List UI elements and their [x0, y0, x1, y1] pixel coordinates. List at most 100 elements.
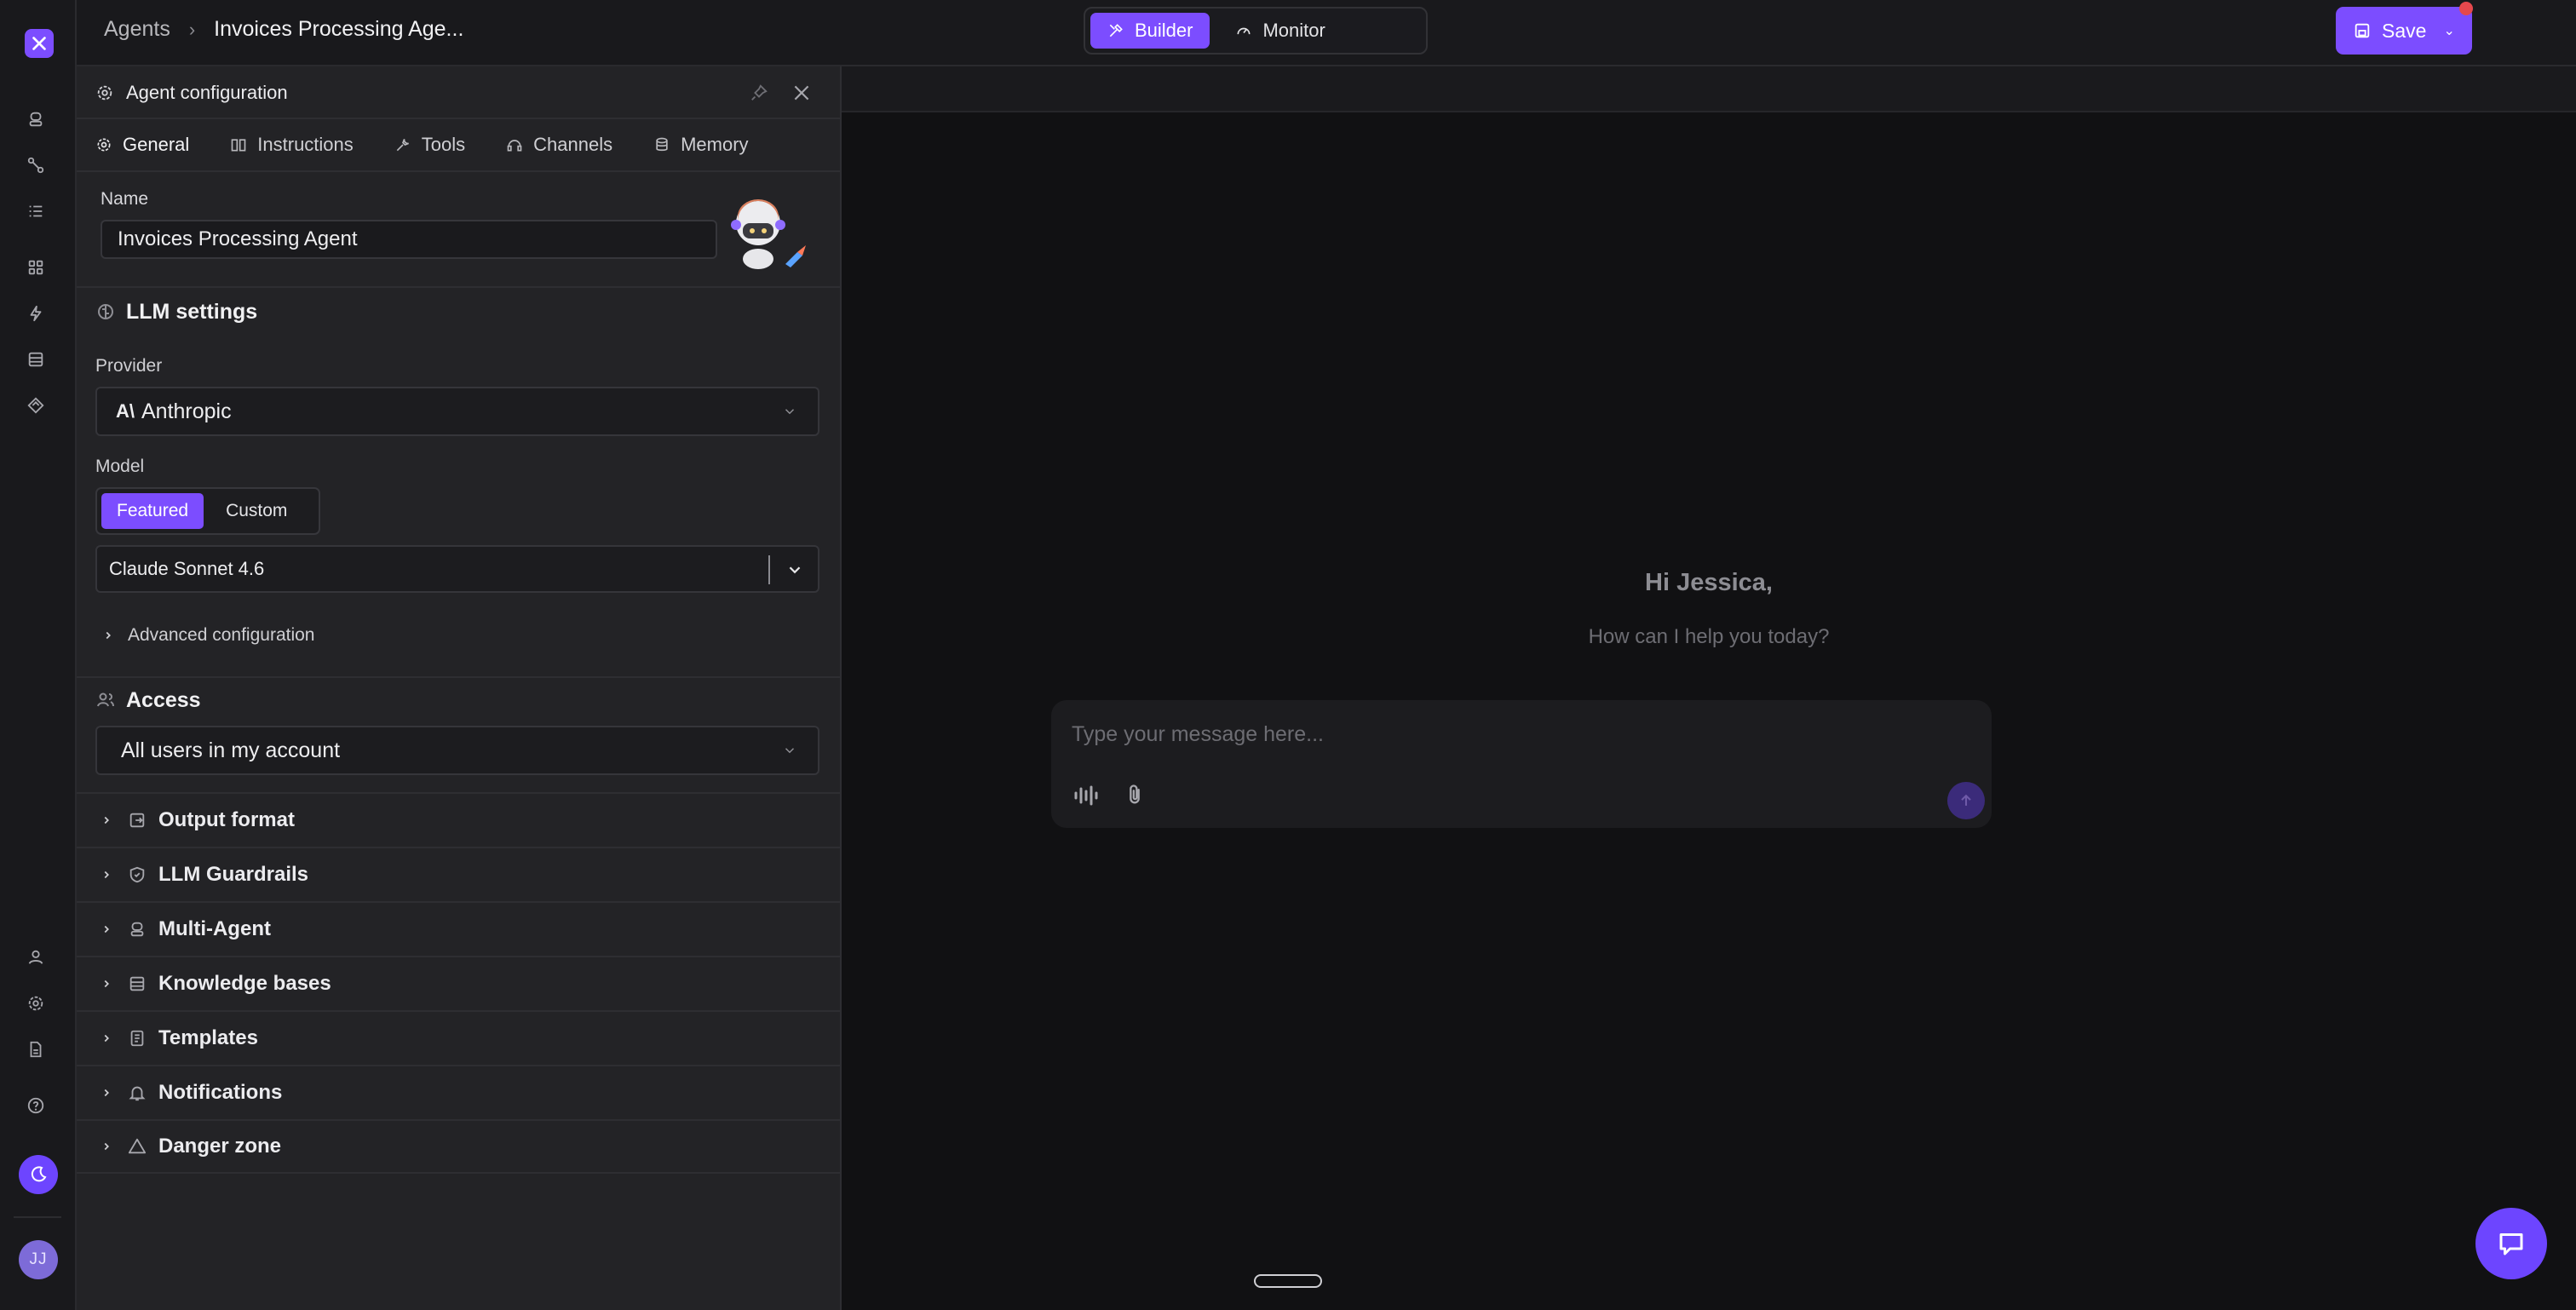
save-label: Save: [2382, 19, 2427, 42]
tab-channels[interactable]: Channels: [506, 134, 612, 156]
agents-icon[interactable]: [26, 109, 46, 129]
wrench-icon: [396, 139, 409, 152]
resize-handle[interactable]: [1254, 1274, 1322, 1288]
featured-toggle[interactable]: Featured: [101, 493, 204, 529]
provider-label: Provider: [95, 356, 163, 376]
access-title: Access: [126, 688, 201, 712]
agent-name-input[interactable]: Invoices Processing Agent: [101, 220, 717, 259]
section-label: Knowledge bases: [158, 972, 331, 995]
gear-icon: [97, 85, 112, 101]
database-icon[interactable]: [26, 349, 46, 370]
settings-icon[interactable]: [26, 993, 46, 1014]
warning-icon: [128, 1138, 147, 1154]
section-label: Output format: [158, 808, 295, 831]
chat-toolbar: [842, 66, 2576, 112]
chat-support-button[interactable]: [2475, 1208, 2547, 1279]
section-label: Templates: [158, 1026, 258, 1049]
arrow-up-icon: [1961, 794, 1971, 806]
chevron-down-icon[interactable]: ⌄: [2443, 22, 2454, 39]
section-output-format[interactable]: Output format: [77, 792, 842, 847]
breadcrumb-chevron-icon: ›: [188, 18, 196, 40]
access-select[interactable]: All users in my account: [95, 726, 819, 775]
tab-general[interactable]: General: [95, 134, 189, 156]
tab-monitor[interactable]: Monitor: [1218, 13, 1342, 49]
paperclip-icon[interactable]: [1123, 782, 1147, 807]
section-label: Notifications: [158, 1081, 283, 1104]
app-frame: JJ Agents › Invoices Processing Age... B…: [0, 0, 2576, 1310]
panel-tabs: General Instructions Tools Channels Memo…: [77, 119, 842, 172]
section-knowledge-bases[interactable]: Knowledge bases: [77, 956, 842, 1010]
select-divider: [768, 555, 770, 584]
tab-instructions[interactable]: Instructions: [230, 134, 354, 156]
send-button[interactable]: [1947, 782, 1985, 819]
layers-icon[interactable]: [26, 395, 46, 416]
notification-dot: [2459, 2, 2473, 15]
database-icon: [129, 976, 145, 991]
model-select[interactable]: Claude Sonnet 4.6: [95, 545, 819, 593]
pin-icon[interactable]: [750, 83, 768, 102]
custom-toggle[interactable]: Custom: [210, 493, 302, 529]
moon-icon: [31, 1166, 47, 1182]
left-rail: JJ: [0, 0, 77, 1310]
tab-memory[interactable]: Memory: [653, 134, 749, 156]
breadcrumb: Agents › Invoices Processing Age...: [104, 17, 463, 42]
output-icon: [129, 813, 145, 828]
close-icon[interactable]: [791, 82, 813, 104]
section-danger-zone[interactable]: Danger zone: [77, 1119, 842, 1174]
tab-general-label: General: [123, 134, 190, 155]
voice-wave-icon[interactable]: [1073, 784, 1099, 807]
users-icon: [97, 692, 114, 707]
anthropic-logo-icon: A\: [116, 400, 135, 422]
tab-tools[interactable]: Tools: [394, 134, 465, 156]
chevron-right-icon: [104, 980, 109, 988]
user-icon[interactable]: [26, 947, 46, 968]
bell-icon: [129, 1086, 146, 1101]
agent-config-panel: Agent configuration General Instructions…: [77, 66, 842, 1310]
divider: [77, 676, 842, 678]
gauge-icon: [1237, 27, 1251, 35]
model-value: Claude Sonnet 4.6: [109, 558, 265, 579]
tasks-icon[interactable]: [26, 201, 46, 221]
section-llm-guardrails[interactable]: LLM Guardrails: [77, 847, 842, 901]
section-multi-agent[interactable]: Multi-Agent: [77, 901, 842, 956]
database-icon: [656, 137, 668, 152]
panel-title: Agent configuration: [126, 82, 288, 103]
section-notifications[interactable]: Notifications: [77, 1065, 842, 1119]
message-composer: [1051, 700, 1992, 828]
theme-toggle-button[interactable]: [19, 1155, 58, 1194]
agent-avatar-image[interactable]: [726, 187, 811, 273]
section-label: Danger zone: [158, 1135, 282, 1158]
headset-icon: [507, 140, 522, 152]
breadcrumb-agents-link[interactable]: Agents: [104, 17, 170, 42]
tab-builder-label: Builder: [1135, 20, 1193, 41]
message-input[interactable]: [1072, 717, 1923, 751]
chevron-right-icon: [104, 870, 109, 879]
model-label: Model: [95, 457, 145, 476]
access-value: All users in my account: [121, 738, 341, 762]
apps-grid-icon[interactable]: [26, 257, 46, 278]
workflows-icon[interactable]: [26, 155, 46, 175]
chevron-down-icon[interactable]: [785, 560, 804, 579]
advanced-configuration-toggle[interactable]: Advanced configuration: [102, 625, 315, 646]
chevron-right-icon: [104, 925, 109, 934]
save-button[interactable]: Save ⌄: [2336, 7, 2472, 55]
template-icon: [130, 1030, 144, 1047]
builder-tools-icon: [1109, 24, 1123, 37]
provider-select[interactable]: A\ Anthropic: [95, 387, 819, 436]
app-logo[interactable]: [25, 29, 54, 58]
tab-channels-label: Channels: [533, 134, 613, 155]
lightning-icon[interactable]: [26, 303, 46, 324]
model-source-toggle: Featured Custom: [95, 487, 320, 535]
user-avatar[interactable]: JJ: [19, 1240, 58, 1279]
chevron-right-icon: [104, 816, 109, 824]
help-icon[interactable]: [26, 1095, 46, 1116]
llm-settings-title: LLM settings: [126, 300, 258, 324]
tab-builder[interactable]: Builder: [1090, 13, 1210, 49]
document-icon[interactable]: [26, 1039, 46, 1060]
chat-bubble-icon: [2499, 1233, 2523, 1255]
tab-monitor-label: Monitor: [1262, 20, 1325, 41]
save-disk-icon: [2355, 23, 2370, 38]
section-label: Multi-Agent: [158, 917, 271, 940]
section-templates[interactable]: Templates: [77, 1010, 842, 1065]
section-label: LLM Guardrails: [158, 863, 309, 886]
